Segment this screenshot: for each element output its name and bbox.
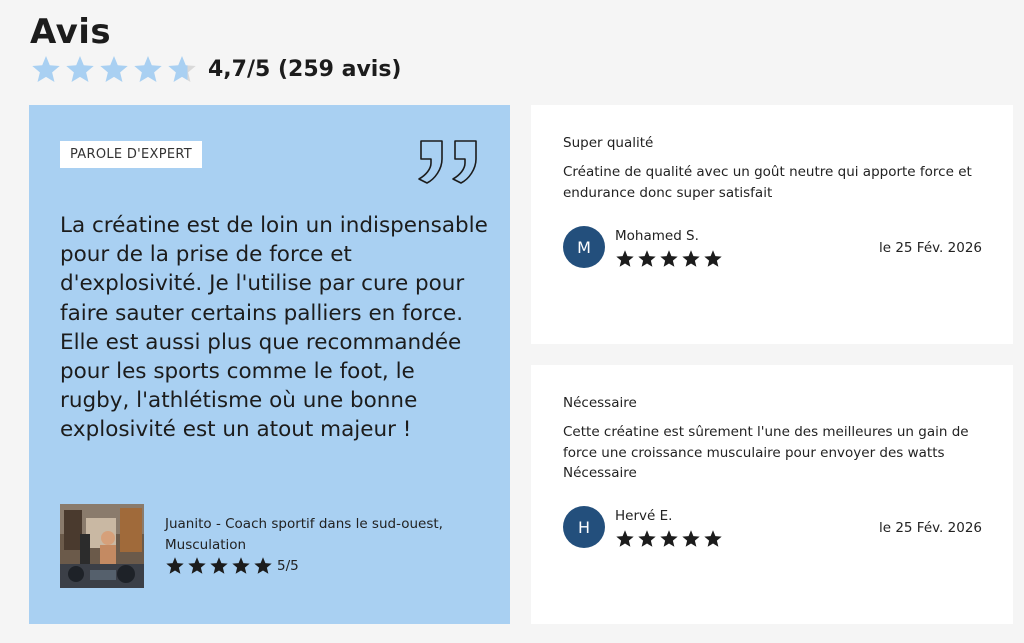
star-icon: [168, 55, 196, 83]
review-title: Nécessaire: [563, 395, 637, 411]
page-title: Avis: [30, 12, 112, 52]
review-date: le 25 Fév. 2026: [878, 520, 982, 536]
review-card: Super qualité Créatine de qualité avec u…: [531, 105, 1013, 344]
star-icon: [660, 250, 678, 267]
review-body: Créatine de qualité avec un goût neutre …: [563, 164, 972, 201]
expert-badge: PAROLE D'EXPERT: [60, 141, 203, 168]
expert-quote: La créatine est de loin un indispensable…: [60, 213, 488, 443]
author-rating-text: 5/5: [277, 557, 299, 574]
star-icon: [704, 250, 722, 267]
star-icon: [616, 530, 634, 547]
quote-icon: [418, 140, 477, 184]
star-icon: [232, 557, 250, 574]
author-stars: [165, 556, 273, 575]
star-icon: [166, 557, 184, 574]
review-title: Super qualité: [563, 135, 654, 151]
star-icon: [66, 55, 94, 83]
review-stars: [615, 249, 723, 268]
review-stars: [615, 529, 723, 548]
review-date: le 25 Fév. 2026: [878, 240, 982, 256]
star-icon: [638, 250, 656, 267]
star-icon: [100, 55, 128, 83]
star-icon: [210, 557, 228, 574]
review-card: Nécessaire Cette créatine est sûrement l…: [531, 365, 1013, 624]
avatar: M: [563, 226, 605, 268]
author-photo: [60, 504, 144, 588]
reviewer-name: Hervé E.: [615, 508, 673, 524]
author-rating: 5/5: [165, 556, 299, 575]
average-rating: 4,7/5 (259 avis): [30, 54, 402, 84]
star-icon: [254, 557, 272, 574]
star-icon: [704, 530, 722, 547]
star-icon: [682, 250, 700, 267]
star-icon: [32, 55, 60, 83]
average-score: 4,7/5 (259 avis): [208, 56, 402, 82]
expert-review-card: PAROLE D'EXPERT La créatine est de loin …: [29, 105, 510, 624]
star-icon: [134, 55, 162, 83]
star-icon: [660, 530, 678, 547]
star-icon: [638, 530, 656, 547]
review-body: Cette créatine est sûrement l'une des me…: [563, 424, 969, 481]
reviewer-name: Mohamed S.: [615, 228, 699, 244]
star-icon: [616, 250, 634, 267]
average-stars: [30, 54, 198, 84]
star-icon: [188, 557, 206, 574]
star-icon: [682, 530, 700, 547]
author-name: Juanito - Coach sportif dans le sud-oues…: [165, 516, 443, 553]
avatar: H: [563, 506, 605, 548]
